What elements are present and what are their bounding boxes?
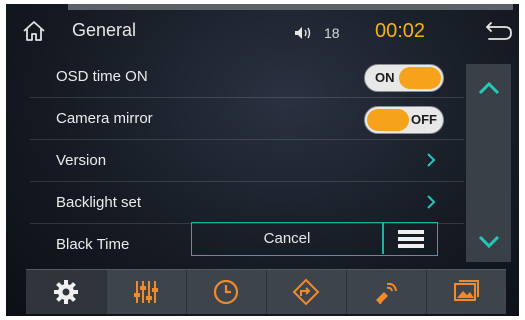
- page-title: General: [72, 20, 137, 40]
- clock: 00:02: [375, 20, 426, 42]
- tab-equalizer[interactable]: [106, 270, 187, 314]
- tab-time[interactable]: [186, 270, 267, 314]
- row-label: Camera mirror: [56, 110, 153, 127]
- tab-satellite[interactable]: [346, 270, 427, 314]
- menu-icon[interactable]: [398, 230, 424, 248]
- row-backlight[interactable]: Backlight set: [30, 182, 464, 224]
- toggle-state: OFF: [411, 112, 437, 127]
- volume-value: 18: [324, 25, 340, 41]
- back-icon[interactable]: [481, 22, 513, 42]
- toggle-knob: [367, 109, 409, 131]
- osd-toggle[interactable]: ON: [364, 64, 444, 92]
- chevron-right-icon: [427, 153, 436, 167]
- wallpaper-icon: [454, 280, 479, 301]
- row-label: Backlight set: [56, 194, 142, 211]
- satellite-icon: [376, 282, 397, 305]
- row-camera-mirror[interactable]: Camera mirror OFF: [30, 98, 464, 140]
- volume-icon: [295, 27, 311, 39]
- bottom-tab-bar: [26, 269, 506, 314]
- equalizer-icon: [134, 281, 158, 303]
- clock-icon: [213, 279, 239, 305]
- row-label: Version: [56, 152, 107, 169]
- scroll-down-icon[interactable]: [478, 236, 500, 248]
- cancel-button[interactable]: Cancel: [192, 223, 382, 254]
- chevron-right-icon: [427, 195, 436, 209]
- divider: [382, 223, 384, 254]
- mirror-toggle[interactable]: OFF: [364, 106, 444, 134]
- tab-general-settings[interactable]: [26, 270, 107, 314]
- scroll-up-icon[interactable]: [478, 82, 500, 94]
- tab-navigation[interactable]: [266, 270, 347, 314]
- black-time-popup: Cancel: [191, 222, 438, 256]
- tab-wallpaper[interactable]: [426, 270, 506, 314]
- navigation-icon: [292, 278, 320, 306]
- gear-icon: [54, 280, 78, 304]
- row-label: OSD time ON: [56, 68, 148, 85]
- header: General 18 00:02: [6, 10, 519, 50]
- home-icon[interactable]: [22, 20, 46, 42]
- toggle-knob: [399, 67, 441, 89]
- screen: General 18 00:02 OSD time ON ON Camera m…: [6, 4, 519, 316]
- toggle-state: ON: [375, 70, 395, 85]
- scroll-sidebar: [466, 64, 511, 262]
- row-osd-time[interactable]: OSD time ON ON: [30, 56, 464, 98]
- row-label: Black Time: [56, 236, 130, 253]
- row-version[interactable]: Version: [30, 140, 464, 182]
